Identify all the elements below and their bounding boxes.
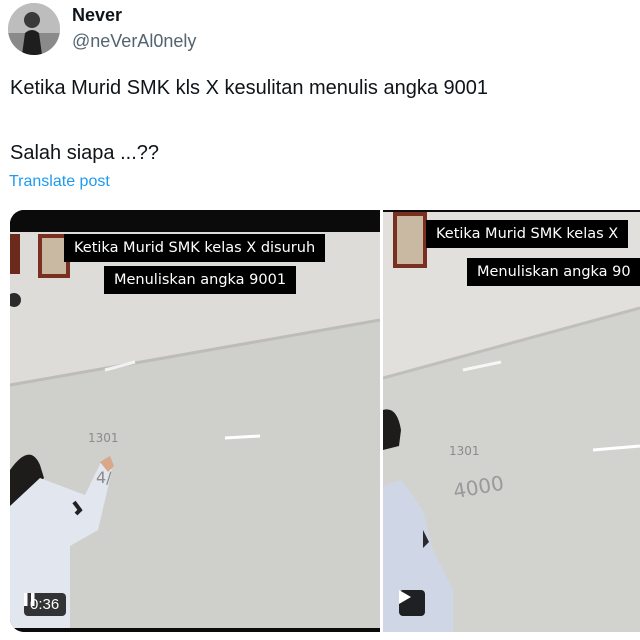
tweet-text-line2: Salah siapa ...?? — [10, 142, 159, 164]
video-caption-2-line2: Menuliskan angka 90 — [467, 258, 640, 286]
board-writing-bottom: 4/ — [96, 468, 112, 487]
play-button[interactable] — [399, 590, 425, 616]
avatar[interactable] — [8, 3, 60, 55]
translate-post-link[interactable]: Translate post — [9, 173, 110, 191]
author-handle[interactable]: @neVerAl0nely — [72, 31, 196, 52]
caption-line1: Ketika Murid SMK kelas X disuruh — [74, 240, 316, 256]
video-thumbnail-1[interactable]: 1301 4/ Ketika Murid SMK kelas X disuruh… — [10, 210, 380, 632]
author-display-name[interactable]: Never — [72, 5, 122, 26]
tweet-text-line1: Ketika Murid SMK kls X kesulitan menulis… — [10, 77, 489, 99]
play-icon — [399, 590, 411, 604]
video-thumbnail-2[interactable]: 1301 4000 Ketika Murid SMK kelas X Menul… — [383, 210, 640, 632]
video-caption-2-line1: Ketika Murid SMK kelas X — [426, 220, 629, 248]
caption-line2-2: Menuliskan angka 90 — [477, 264, 631, 280]
video-duration-badge[interactable]: 0:36 — [24, 593, 67, 616]
pause-icon — [24, 593, 35, 606]
board-writing-top-2: 1301 — [449, 444, 480, 458]
board-writing-top: 1301 — [88, 431, 119, 445]
caption-line2: Menuliskan angka 9001 — [114, 272, 287, 288]
video-caption-2: Menuliskan angka 9001 — [104, 266, 297, 294]
caption-line1-2: Ketika Murid SMK kelas X — [436, 226, 619, 242]
video-caption-1: Ketika Murid SMK kelas X disuruh — [64, 234, 326, 262]
avatar-image — [8, 3, 60, 55]
